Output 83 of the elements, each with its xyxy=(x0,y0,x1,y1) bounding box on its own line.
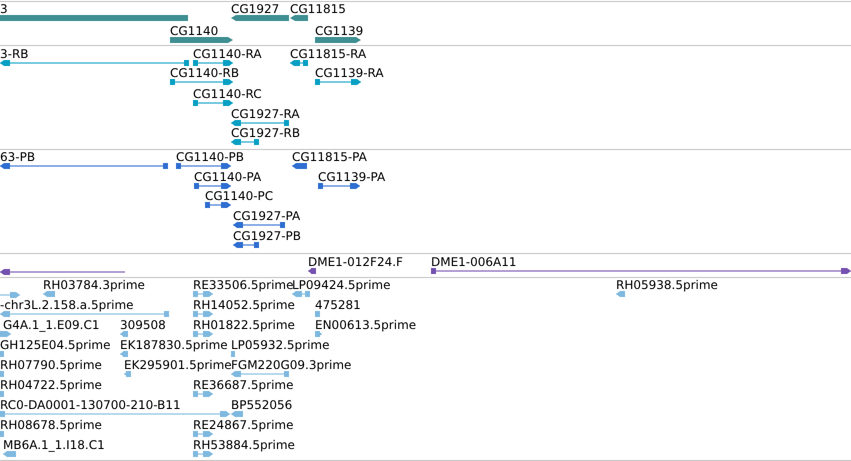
feature-glyph xyxy=(193,310,213,318)
feature-label: 475281 xyxy=(315,298,361,312)
feature-label: BP552056 xyxy=(231,398,292,412)
feature-label: 63-PB xyxy=(0,150,36,164)
feature-label: CG1140-PA xyxy=(194,170,262,184)
feature-glyph xyxy=(292,290,310,298)
feature-glyph xyxy=(43,290,55,298)
feature-glyph xyxy=(233,241,259,249)
feature-label: LP09424.5prime xyxy=(292,278,391,292)
feature-label: CG1139-RA xyxy=(315,66,384,80)
feature-glyph xyxy=(193,450,213,458)
feature-label: RH14052.5prime xyxy=(193,298,295,312)
feature-label: RH03784.3prime xyxy=(43,278,145,292)
feature-label: CG1927-PB xyxy=(233,229,302,243)
feature-label: CG11815-RA xyxy=(290,47,366,61)
feature-glyph xyxy=(315,310,320,318)
feature-glyph xyxy=(0,390,4,398)
feature-glyph xyxy=(231,350,235,358)
feature-label: CG1140 xyxy=(170,24,218,38)
feature-label: 3-RB xyxy=(0,47,29,61)
feature-label: RH08678.5prime xyxy=(0,418,102,432)
feature-label: CG1927-RA xyxy=(231,107,300,121)
feature-glyph xyxy=(0,370,4,378)
feature-label: RC0-DA0001-130700-210-B11 xyxy=(0,398,181,412)
feature-label: EN00613.5prime xyxy=(315,318,416,332)
feature-glyph xyxy=(0,291,20,299)
feature-label: 3 xyxy=(0,2,8,16)
feature-glyph xyxy=(231,138,259,146)
feature-label: EK187830.5prime xyxy=(120,338,228,352)
feature-label: RH53884.5prime xyxy=(193,438,295,452)
feature-label: CG1927-RB xyxy=(231,126,300,140)
feature-label: CG1139-PA xyxy=(318,170,386,184)
feature-label: CG11815 xyxy=(290,2,346,16)
feature-glyph xyxy=(0,430,4,438)
feature-label: DME1-012F24.F xyxy=(308,255,403,269)
feature-glyph xyxy=(231,370,289,378)
feature-label: FGM220G09.3prime xyxy=(231,358,352,372)
feature-label: 309508 xyxy=(120,318,166,332)
feature-label: RE33506.5prime xyxy=(193,278,294,292)
feature-label: MB6A.1_1.I18.C1 xyxy=(3,438,105,452)
feature-label: RE24867.5prime xyxy=(193,418,294,432)
feature-label: RH07790.5prime xyxy=(0,358,102,372)
feature-label: -chr3L.2.158.a.5prime xyxy=(0,298,134,312)
feature-glyph xyxy=(233,221,285,229)
feature-glyph xyxy=(170,78,233,86)
feature-label: CG1140-PB xyxy=(176,150,244,164)
feature-glyph xyxy=(0,350,4,358)
feature-glyph xyxy=(3,450,16,458)
feature-label: LP05932.5prime xyxy=(231,338,330,352)
feature-label: CG1140-RC xyxy=(193,87,262,101)
feature-label: RH05938.5prime xyxy=(616,278,718,292)
feature-glyph xyxy=(193,430,213,438)
feature-glyph xyxy=(315,330,322,338)
feature-glyph xyxy=(170,36,233,44)
feature-label: RH04722.5prime xyxy=(0,378,102,392)
feature-label: CG11815-PA xyxy=(292,150,367,164)
feature-glyph xyxy=(290,59,308,67)
feature-label: G4A.1_1.E09.C1 xyxy=(3,318,100,332)
feature-glyph xyxy=(0,330,11,338)
feature-glyph xyxy=(193,290,213,298)
feature-label: CG1140-RB xyxy=(170,66,240,80)
feature-label: GH125E04.5prime xyxy=(0,338,110,352)
feature-glyph xyxy=(205,201,231,209)
feature-glyph xyxy=(194,182,231,190)
feature-glyph xyxy=(193,390,213,398)
feature-glyph xyxy=(193,59,233,67)
feature-glyph xyxy=(292,162,307,170)
feature-glyph xyxy=(124,370,131,378)
feature-label: RE36687.5prime xyxy=(193,378,294,392)
feature-label: CG1927-PA xyxy=(233,209,300,223)
feature-label: RH01822.5prime xyxy=(193,318,295,332)
feature-label: CG1139 xyxy=(315,24,364,38)
feature-glyph xyxy=(176,162,231,170)
feature-label: CG1140-RA xyxy=(193,47,262,61)
feature-label: CG1927 xyxy=(231,2,280,16)
feature-label: CG1140-PC xyxy=(205,189,274,203)
feature-label: EK295901.5prime xyxy=(124,358,232,372)
feature-glyph xyxy=(193,330,213,338)
feature-glyph xyxy=(318,182,360,190)
feature-label: DME1-006A11 xyxy=(431,255,517,269)
feature-glyph xyxy=(315,78,361,86)
feature-glyph xyxy=(193,99,233,107)
feature-glyph xyxy=(231,119,289,127)
